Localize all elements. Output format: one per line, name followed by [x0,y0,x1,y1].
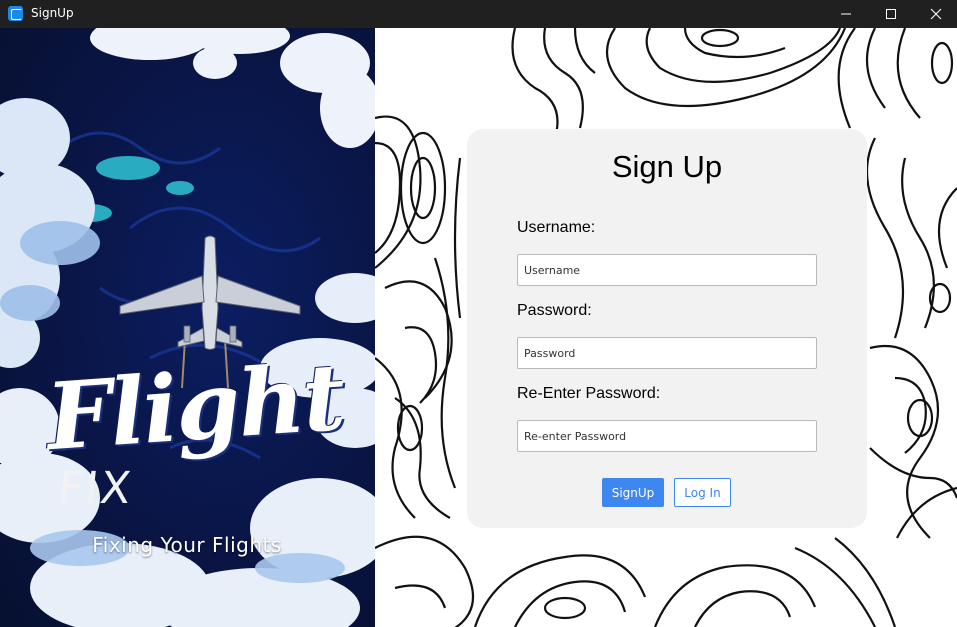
password-label: Password: [517,302,592,319]
signup-card: Sign Up Username: Password: Re-Enter Pas… [467,129,867,528]
tagline: Fixing Your Flights [92,533,282,557]
password-input[interactable] [517,337,817,369]
logo-script-text: Flight [43,342,347,472]
app-icon [8,6,23,21]
close-button[interactable] [913,0,957,28]
username-input[interactable] [517,254,817,286]
minimize-icon [841,13,851,15]
form-title: Sign Up [611,149,723,184]
window-title: SignUp [31,6,74,20]
reenter-password-input[interactable] [517,420,817,452]
airplane-illustration [119,235,301,350]
username-label: Username: [517,219,596,236]
signup-button[interactable]: SignUp [602,478,664,507]
login-button[interactable]: Log In [674,478,731,507]
logo-sub-text: FIX [55,463,136,514]
close-icon [930,8,942,20]
branding-artwork: Flight FIX Fixing Your Flights [0,28,375,627]
reenter-password-label: Re-Enter Password: [517,385,661,402]
maximize-button[interactable] [868,0,914,28]
minimize-button[interactable] [823,0,869,28]
title-bar: SignUp [0,0,957,28]
maximize-icon [886,9,896,19]
